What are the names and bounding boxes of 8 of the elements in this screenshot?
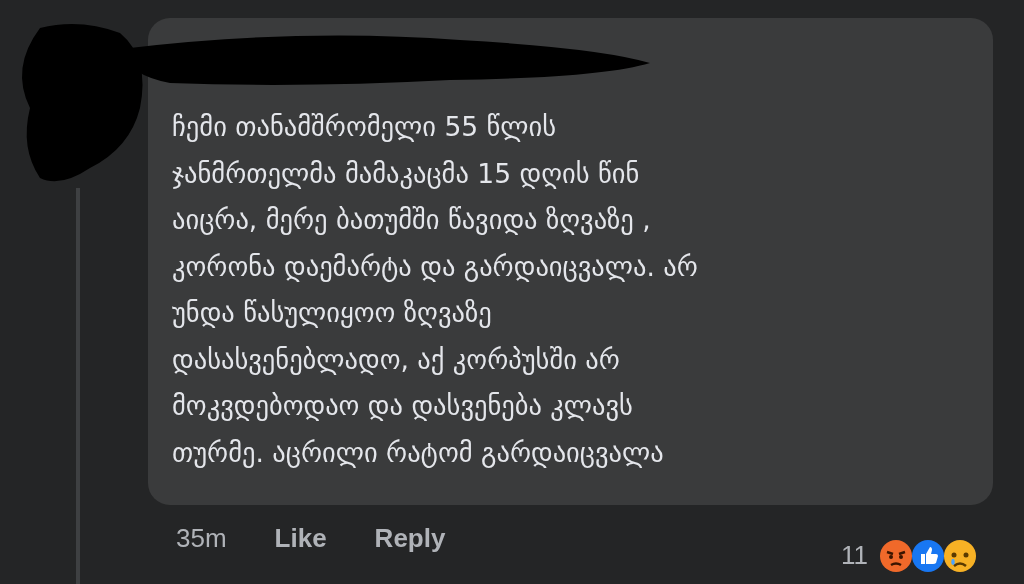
reaction-count: 11 [841,539,868,572]
sad-face-icon [942,537,978,574]
angry-face-icon [878,537,914,574]
action-link[interactable]: Like [274,519,327,558]
action-link[interactable]: Reply [374,519,446,558]
thumbs-up-icon [910,537,946,574]
comment-text: ჩემი თანამშრომელი 55 წლის ჯანმრთელმა მამაკაცმა 15 დღის წინ აიცრა, მერე ბათუმში წავიდა ზღვაზე , კორონა დაემარტა და გარდაიცვალა. არ უნდა წასულიყოო ზღვაზე დასასვენებლადო, აქ კორპუსში არ მოკვდებოდაო და დასვენება კლავს თურმე. აცრილი რატომ გარდაიცვალა [172,110,699,470]
comment-time: 35m [176,522,227,555]
